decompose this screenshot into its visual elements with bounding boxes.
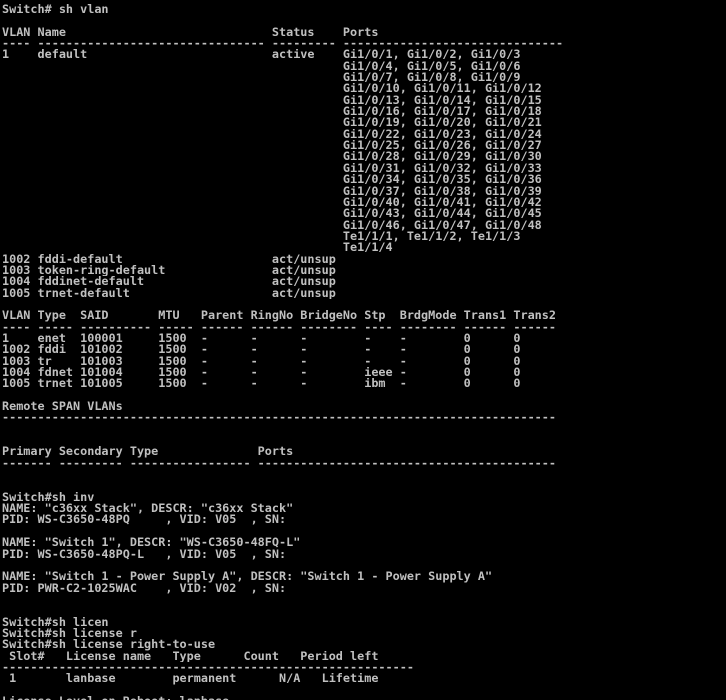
terminal-line: Gi1/0/19, Gi1/0/20, Gi1/0/21: [2, 117, 542, 129]
terminal-line: PID: PWR-C2-1025WAC , VID: V02 , SN:: [2, 582, 287, 594]
terminal-line: License Level on Reboot: lanbase: [2, 696, 726, 700]
terminal-line: Gi1/0/43, Gi1/0/44, Gi1/0/45: [2, 208, 542, 220]
terminal-line: Te1/1/4: [2, 242, 393, 254]
terminal-line: Gi1/0/25, Gi1/0/26, Gi1/0/27: [2, 140, 542, 152]
terminal-line: Switch#sh license right-to-use: [2, 639, 216, 651]
terminal-line: Gi1/0/34, Gi1/0/35, Gi1/0/36: [2, 174, 542, 186]
terminal-line: NAME: "c36xx Stack", DESCR: "c36xx Stack…: [2, 503, 294, 515]
terminal-line: NAME: "Switch 1 - Power Supply A", DESCR…: [2, 571, 493, 583]
terminal-line: 1004 fddinet-default act/unsup: [2, 276, 336, 288]
terminal-line: 1004 fdnet 101004 1500 - - - ieee - 0 0: [2, 367, 521, 379]
terminal-line: Gi1/0/28, Gi1/0/29, Gi1/0/30: [2, 151, 542, 163]
terminal-line: 1003 token-ring-default act/unsup: [2, 264, 336, 277]
terminal-line: 1002 fddi 101002 1500 - - - - - 0 0: [2, 344, 521, 356]
terminal-line: PID: WS-C3650-48PQ-L , VID: V05 , SN:: [2, 548, 287, 560]
terminal-line: Gi1/0/46, Gi1/0/47, Gi1/0/48: [2, 219, 542, 231]
terminal-line: ----------------------------------------…: [2, 412, 556, 424]
terminal-line: Switch#sh licen: [2, 616, 109, 628]
terminal-line: Switch#sh inv: [2, 491, 95, 504]
terminal-line: Te1/1/1, Te1/1/2, Te1/1/3: [2, 230, 521, 243]
terminal-line: Remote SPAN VLANs: [2, 401, 123, 413]
terminal-line: PID: WS-C3650-48PQ , VID: V05 , SN:: [2, 514, 287, 526]
terminal-window[interactable]: Switch# sh vlan VLAN Name Status Ports ---…: [0, 0, 726, 700]
terminal-line: 1005 trnet-default act/unsup: [2, 287, 336, 299]
terminal-line: Switch# sh vlan: [2, 4, 109, 16]
terminal-line: 1 enet 100001 1500 - - - - - 0 0: [2, 332, 521, 345]
terminal-line: Primary Secondary Type Ports: [2, 446, 294, 458]
terminal-line: Slot# License name Type Count Period lef…: [2, 650, 379, 662]
terminal-line: Gi1/0/37, Gi1/0/38, Gi1/0/39: [2, 185, 542, 197]
terminal-line: Gi1/0/10, Gi1/0/11, Gi1/0/12: [2, 83, 542, 95]
terminal-line: Switch#sh license r: [2, 627, 137, 640]
terminal-line: Gi1/0/4, Gi1/0/5, Gi1/0/6: [2, 60, 521, 73]
terminal-line: Gi1/0/22, Gi1/0/23, Gi1/0/24: [2, 128, 542, 141]
terminal-line: Gi1/0/16, Gi1/0/17, Gi1/0/18: [2, 106, 542, 118]
terminal-line: VLAN Name Status Ports: [2, 26, 379, 39]
terminal-line: ------- --------- ----------------- ----…: [2, 457, 556, 470]
terminal-line: VLAN Type SAID MTU Parent RingNo BridgeN…: [2, 310, 556, 322]
terminal-line: ---- ----- ---------- ----- ------ -----…: [2, 321, 556, 333]
terminal-line: ----------------------------------------…: [2, 661, 414, 674]
terminal-line: Gi1/0/40, Gi1/0/41, Gi1/0/42: [2, 196, 542, 209]
terminal-line: ---- -------------------------------- --…: [2, 38, 564, 50]
terminal-line: 1 default active Gi1/0/1, Gi1/0/2, Gi1/0…: [2, 49, 521, 61]
terminal-line: Gi1/0/31, Gi1/0/32, Gi1/0/33: [2, 162, 542, 175]
terminal-line: 1002 fddi-default act/unsup: [2, 253, 336, 265]
terminal-line: Gi1/0/13, Gi1/0/14, Gi1/0/15: [2, 94, 542, 107]
terminal-line: NAME: "Switch 1", DESCR: "WS-C3650-48FQ-…: [2, 537, 301, 549]
terminal-line: 1 lanbase permanent N/A Lifetime: [2, 673, 379, 685]
terminal-line: 1005 trnet 101005 1500 - - - ibm - 0 0: [2, 378, 521, 390]
terminal-line: Gi1/0/7, Gi1/0/8, Gi1/0/9: [2, 72, 521, 84]
terminal-line: 1003 tr 101003 1500 - - - - - 0 0: [2, 355, 521, 367]
